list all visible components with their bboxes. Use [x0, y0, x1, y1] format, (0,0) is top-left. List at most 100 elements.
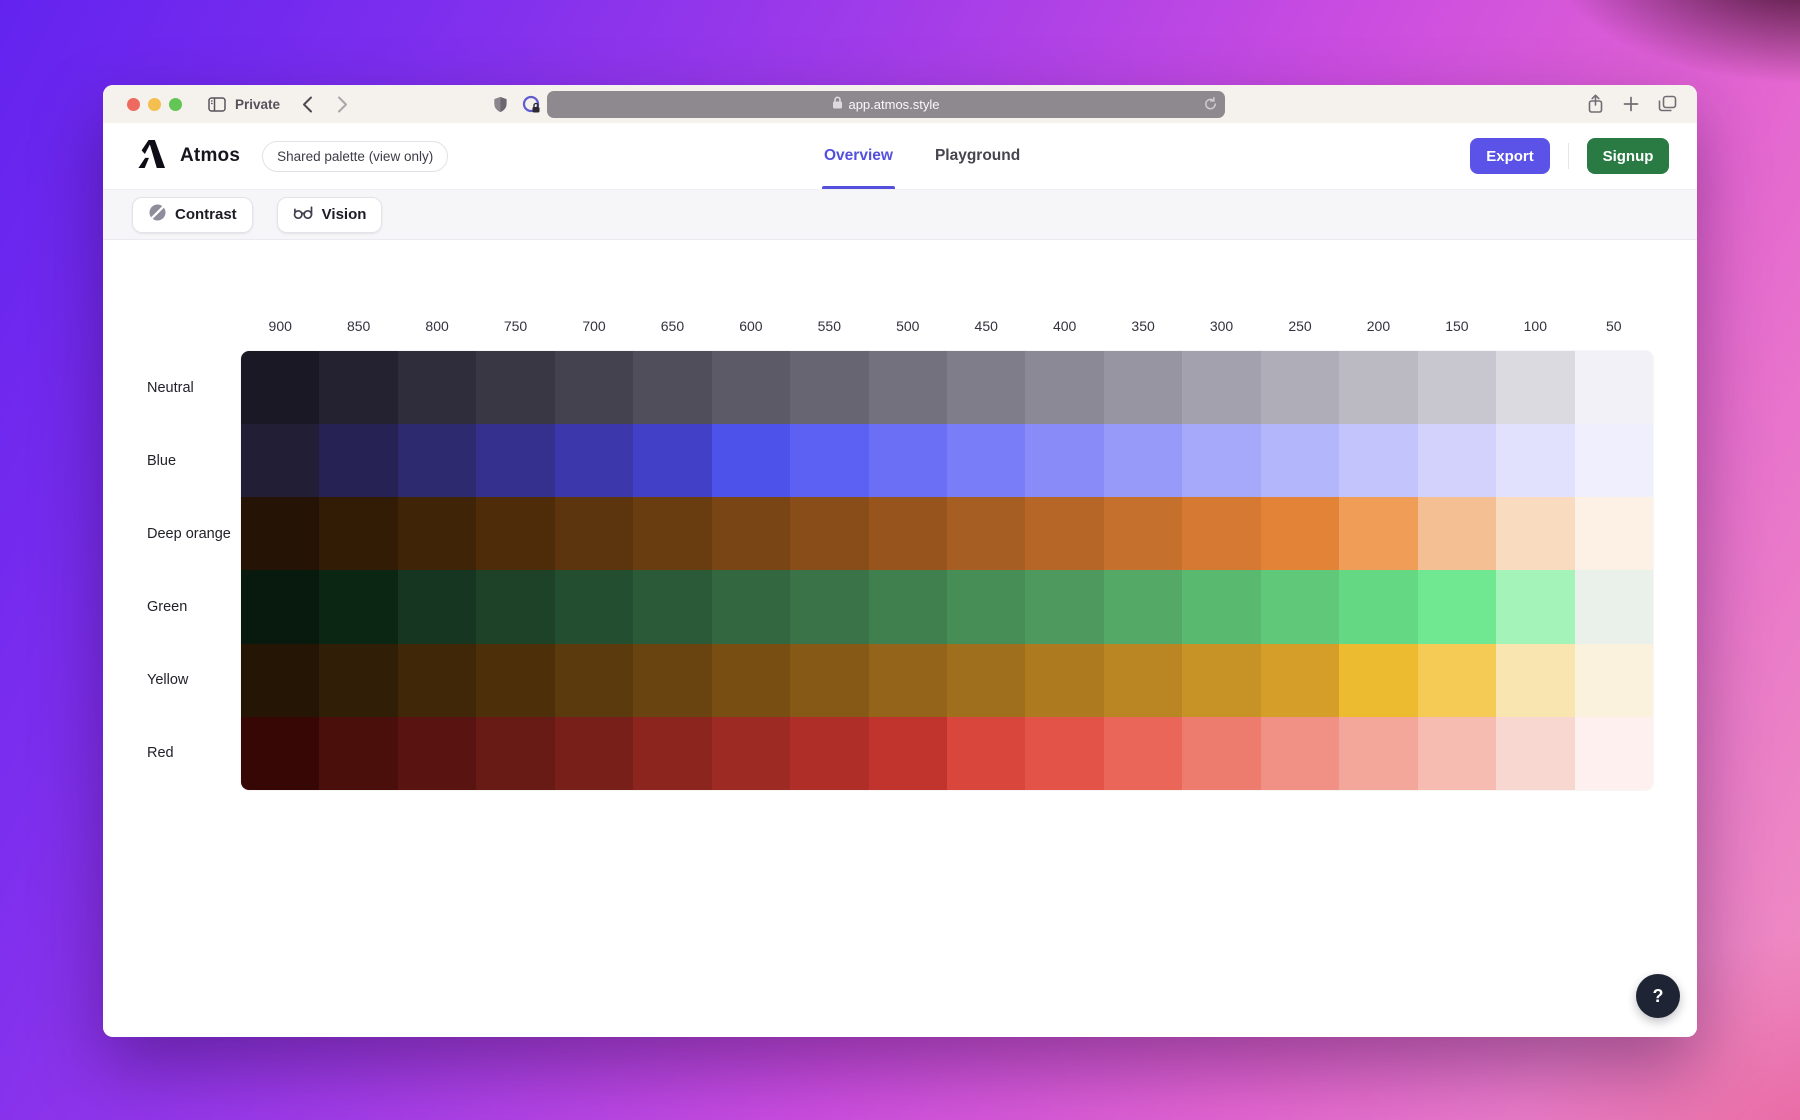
swatch-deep-orange-900[interactable]	[241, 497, 319, 570]
swatch-green-500[interactable]	[869, 570, 947, 643]
swatch-red-800[interactable]	[398, 717, 476, 790]
tab-overview[interactable]: Overview	[824, 123, 893, 189]
swatch-neutral-500[interactable]	[869, 351, 947, 424]
swatch-deep-orange-200[interactable]	[1339, 497, 1417, 570]
swatch-neutral-250[interactable]	[1261, 351, 1339, 424]
swatch-red-200[interactable]	[1339, 717, 1417, 790]
swatch-yellow-650[interactable]	[633, 644, 711, 717]
swatch-blue-450[interactable]	[947, 424, 1025, 497]
swatch-red-900[interactable]	[241, 717, 319, 790]
swatch-deep-orange-300[interactable]	[1182, 497, 1260, 570]
address-bar[interactable]: app.atmos.style	[547, 91, 1225, 118]
swatch-red-100[interactable]	[1496, 717, 1574, 790]
swatch-yellow-200[interactable]	[1339, 644, 1417, 717]
swatch-blue-100[interactable]	[1496, 424, 1574, 497]
contrast-button[interactable]: Contrast	[132, 197, 253, 233]
swatch-yellow-500[interactable]	[869, 644, 947, 717]
swatch-red-550[interactable]	[790, 717, 868, 790]
swatch-deep-orange-250[interactable]	[1261, 497, 1339, 570]
swatch-red-250[interactable]	[1261, 717, 1339, 790]
swatch-green-700[interactable]	[555, 570, 633, 643]
swatch-neutral-700[interactable]	[555, 351, 633, 424]
swatch-red-750[interactable]	[476, 717, 554, 790]
swatch-blue-200[interactable]	[1339, 424, 1417, 497]
swatch-yellow-50[interactable]	[1575, 644, 1653, 717]
swatch-blue-700[interactable]	[555, 424, 633, 497]
swatch-green-300[interactable]	[1182, 570, 1260, 643]
shield-icon[interactable]	[493, 96, 508, 113]
swatch-deep-orange-450[interactable]	[947, 497, 1025, 570]
swatch-neutral-300[interactable]	[1182, 351, 1260, 424]
swatch-red-350[interactable]	[1104, 717, 1182, 790]
vision-button[interactable]: Vision	[277, 197, 383, 233]
swatch-deep-orange-600[interactable]	[712, 497, 790, 570]
sidebar-toggle-icon[interactable]	[208, 97, 226, 112]
swatch-green-850[interactable]	[319, 570, 397, 643]
close-window-button[interactable]	[127, 98, 140, 111]
new-tab-icon[interactable]	[1623, 96, 1639, 112]
swatch-yellow-700[interactable]	[555, 644, 633, 717]
swatch-neutral-100[interactable]	[1496, 351, 1574, 424]
swatch-green-400[interactable]	[1025, 570, 1103, 643]
swatch-blue-50[interactable]	[1575, 424, 1653, 497]
swatch-deep-orange-500[interactable]	[869, 497, 947, 570]
swatch-blue-650[interactable]	[633, 424, 711, 497]
swatch-blue-800[interactable]	[398, 424, 476, 497]
swatch-neutral-50[interactable]	[1575, 351, 1653, 424]
swatch-red-50[interactable]	[1575, 717, 1653, 790]
swatch-green-350[interactable]	[1104, 570, 1182, 643]
swatch-yellow-550[interactable]	[790, 644, 868, 717]
swatch-blue-300[interactable]	[1182, 424, 1260, 497]
swatch-neutral-550[interactable]	[790, 351, 868, 424]
swatch-blue-400[interactable]	[1025, 424, 1103, 497]
export-button[interactable]: Export	[1470, 138, 1550, 174]
swatch-green-100[interactable]	[1496, 570, 1574, 643]
share-icon[interactable]	[1587, 94, 1604, 114]
swatch-green-200[interactable]	[1339, 570, 1417, 643]
swatch-blue-550[interactable]	[790, 424, 868, 497]
swatch-yellow-150[interactable]	[1418, 644, 1496, 717]
swatch-neutral-850[interactable]	[319, 351, 397, 424]
forward-button[interactable]	[337, 96, 348, 113]
swatch-neutral-750[interactable]	[476, 351, 554, 424]
swatch-red-600[interactable]	[712, 717, 790, 790]
swatch-deep-orange-700[interactable]	[555, 497, 633, 570]
swatch-red-450[interactable]	[947, 717, 1025, 790]
tab-overview-icon[interactable]	[1658, 95, 1677, 113]
swatch-neutral-350[interactable]	[1104, 351, 1182, 424]
swatch-blue-500[interactable]	[869, 424, 947, 497]
swatch-blue-850[interactable]	[319, 424, 397, 497]
swatch-yellow-600[interactable]	[712, 644, 790, 717]
swatch-deep-orange-800[interactable]	[398, 497, 476, 570]
swatch-neutral-450[interactable]	[947, 351, 1025, 424]
swatch-green-650[interactable]	[633, 570, 711, 643]
swatch-yellow-900[interactable]	[241, 644, 319, 717]
minimize-window-button[interactable]	[148, 98, 161, 111]
back-button[interactable]	[302, 96, 313, 113]
reload-icon[interactable]	[1203, 96, 1218, 112]
swatch-deep-orange-50[interactable]	[1575, 497, 1653, 570]
swatch-neutral-200[interactable]	[1339, 351, 1417, 424]
swatch-neutral-900[interactable]	[241, 351, 319, 424]
swatch-yellow-400[interactable]	[1025, 644, 1103, 717]
swatch-deep-orange-550[interactable]	[790, 497, 868, 570]
swatch-green-750[interactable]	[476, 570, 554, 643]
zoom-window-button[interactable]	[169, 98, 182, 111]
swatch-green-600[interactable]	[712, 570, 790, 643]
swatch-deep-orange-400[interactable]	[1025, 497, 1103, 570]
swatch-neutral-600[interactable]	[712, 351, 790, 424]
privacy-lock-icon[interactable]	[522, 95, 541, 114]
swatch-green-50[interactable]	[1575, 570, 1653, 643]
swatch-green-900[interactable]	[241, 570, 319, 643]
swatch-yellow-250[interactable]	[1261, 644, 1339, 717]
swatch-blue-250[interactable]	[1261, 424, 1339, 497]
swatch-red-700[interactable]	[555, 717, 633, 790]
swatch-green-550[interactable]	[790, 570, 868, 643]
swatch-deep-orange-850[interactable]	[319, 497, 397, 570]
help-button[interactable]: ?	[1636, 974, 1680, 1018]
swatch-neutral-150[interactable]	[1418, 351, 1496, 424]
swatch-green-800[interactable]	[398, 570, 476, 643]
swatch-red-500[interactable]	[869, 717, 947, 790]
swatch-blue-350[interactable]	[1104, 424, 1182, 497]
swatch-yellow-100[interactable]	[1496, 644, 1574, 717]
